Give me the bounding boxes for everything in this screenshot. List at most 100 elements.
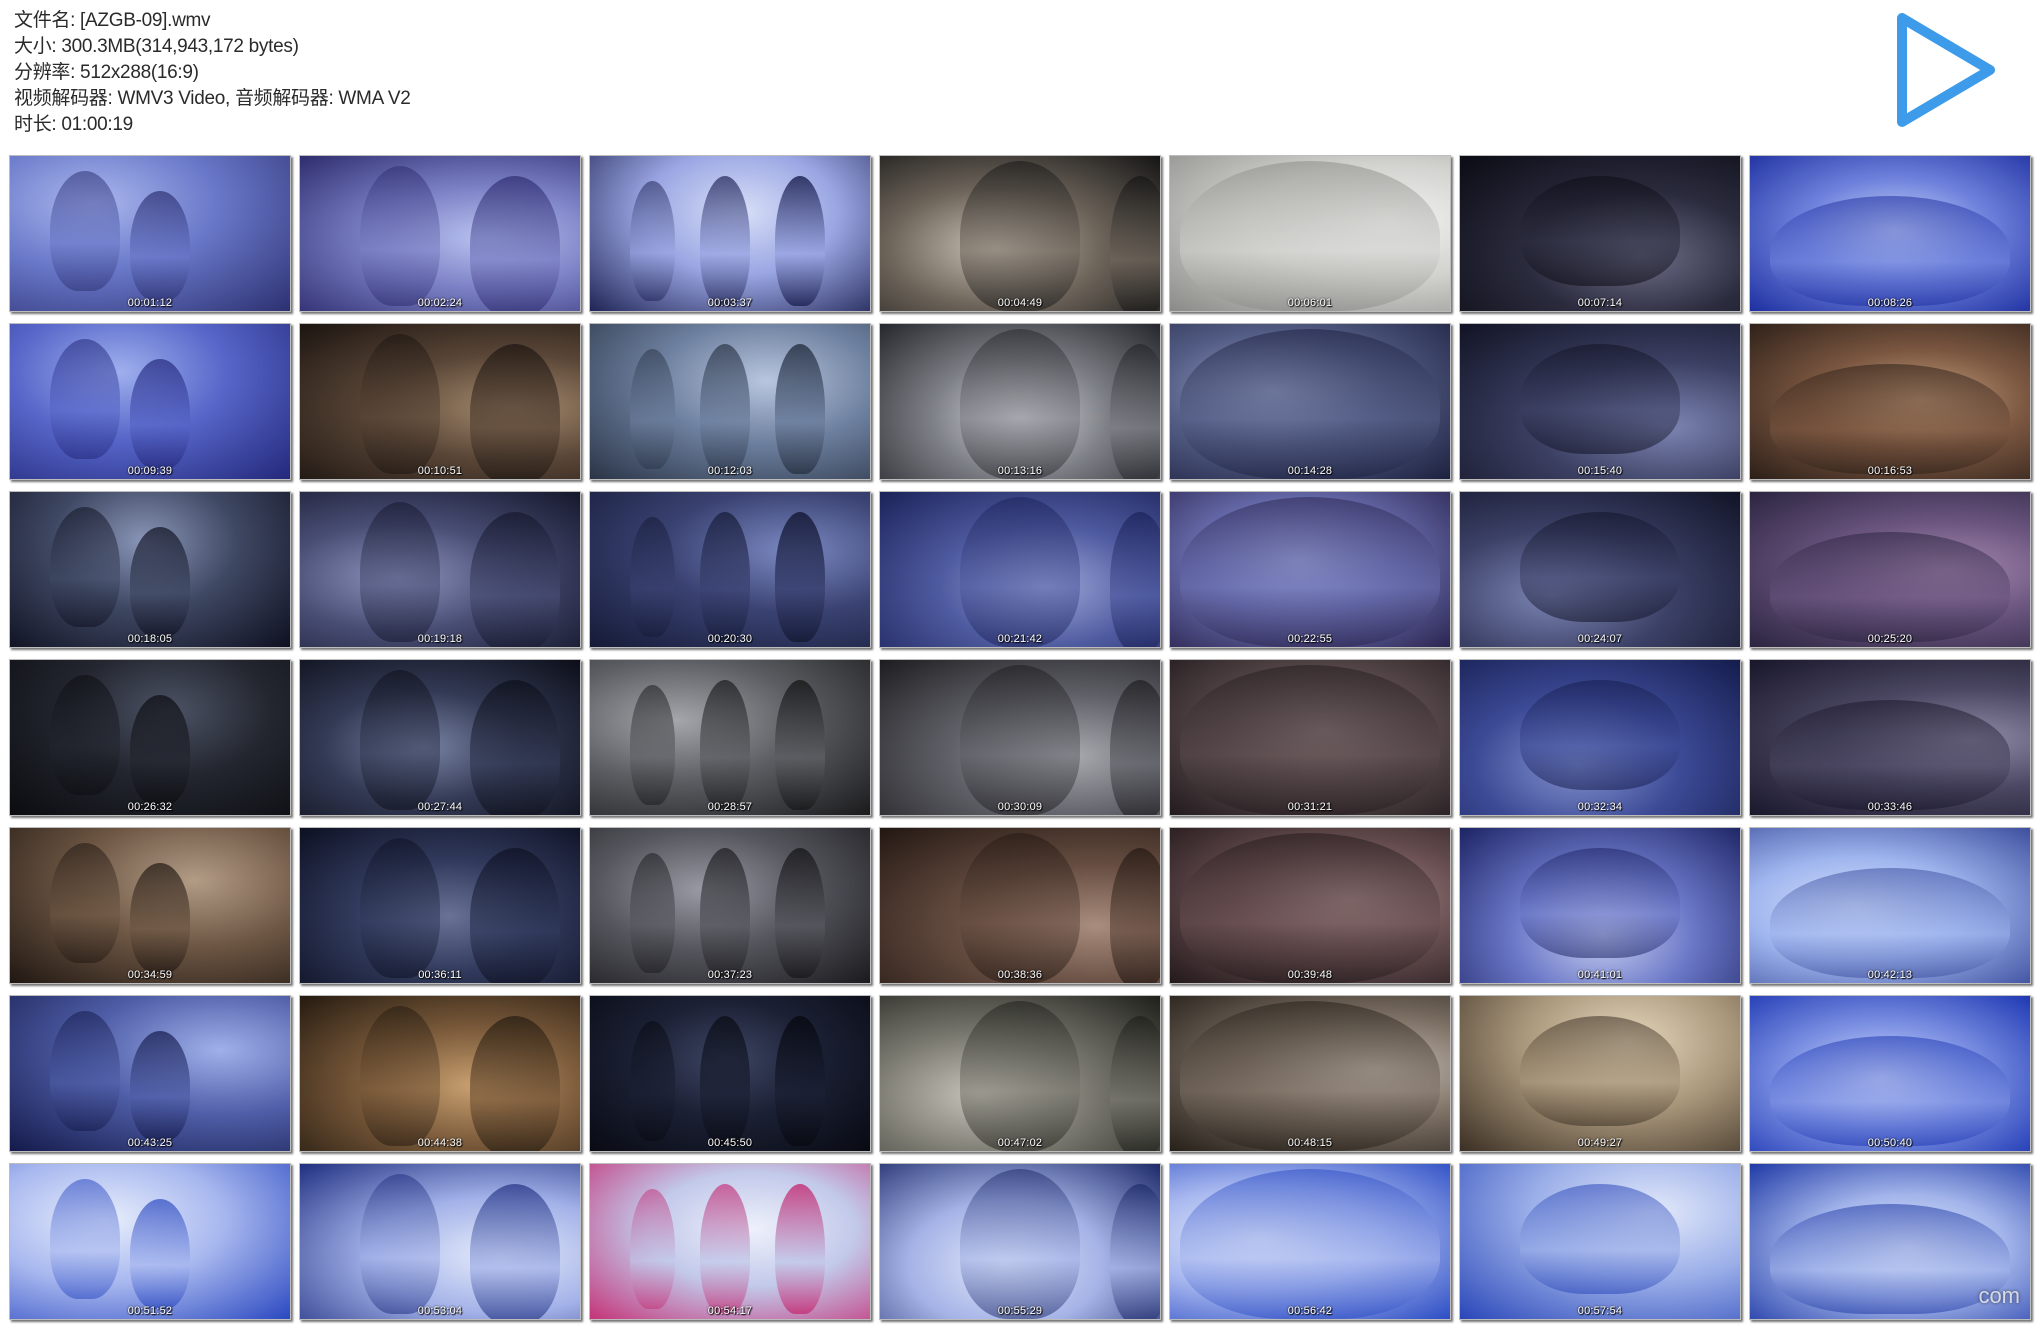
thumbnail-timestamp: 00:49:27 [1577,1137,1623,1149]
figure-silhouette [1180,665,1440,815]
figure-silhouette [1770,532,2010,642]
thumbnail[interactable]: 00:54:17 [589,1163,871,1320]
thumbnail[interactable]: 00:04:49 [879,155,1161,312]
thumbnail-frame [10,996,290,1151]
figure-silhouette [130,695,190,805]
thumbnail[interactable]: 00:56:42 [1169,1163,1451,1320]
thumbnail[interactable]: 00:15:40 [1459,323,1741,480]
thumbnail-frame [590,828,870,983]
thumbnail[interactable]: 00:10:51 [299,323,581,480]
thumbnail[interactable]: 00:16:53 [1749,323,2031,480]
thumbnail-frame [1750,660,2030,815]
thumbnail[interactable]: 00:07:14 [1459,155,1741,312]
thumbnail[interactable]: 00:19:18 [299,491,581,648]
figure-silhouette [1520,1016,1680,1126]
figure-silhouette [1180,161,1440,311]
thumbnail-timestamp: 00:48:15 [1287,1137,1333,1149]
thumbnail-timestamp: 00:34:59 [127,969,173,981]
figure-silhouette [630,349,675,469]
contact-sheet: 文件名: [AZGB-09].wmv 大小: 300.3MB(314,943,1… [0,0,2040,1332]
thumbnail[interactable]: 00:49:27 [1459,995,1741,1152]
thumbnail[interactable]: 00:22:55 [1169,491,1451,648]
thumbnail-timestamp: 00:19:18 [417,633,463,645]
thumbnail[interactable]: 00:38:36 [879,827,1161,984]
thumbnail[interactable]: 00:41:01 [1459,827,1741,984]
thumbnail[interactable]: 00:45:50 [589,995,871,1152]
figure-silhouette [50,339,120,459]
thumbnail-timestamp: 00:03:37 [707,297,753,309]
duration-line: 时长: 01:00:19 [14,114,133,135]
figure-silhouette [700,176,750,306]
figure-silhouette [1770,196,2010,306]
thumbnail[interactable]: 00:03:37 [589,155,871,312]
thumbnail[interactable]: 00:02:24 [299,155,581,312]
thumbnail-frame [10,1164,290,1319]
thumbnail-frame [10,492,290,647]
thumbnail[interactable]: 00:24:07 [1459,491,1741,648]
thumbnail-grid: 00:01:12 00:02:24 00:03:37 00:04:49 00:06:01… [9,155,2037,1327]
thumbnail[interactable]: 00:34:59 [9,827,291,984]
thumbnail[interactable]: 00:44:38 [299,995,581,1152]
figure-silhouette [630,181,675,301]
thumbnail[interactable]: 00:50:40 [1749,995,2031,1152]
thumbnail[interactable]: 00:18:05 [9,491,291,648]
thumbnail[interactable]: 00:20:30 [589,491,871,648]
thumbnail[interactable]: 00:27:44 [299,659,581,816]
thumbnail-timestamp: 00:28:57 [707,801,753,813]
thumbnail-timestamp: 00:37:23 [707,969,753,981]
thumbnail[interactable]: 00:26:32 [9,659,291,816]
thumbnail-frame [300,828,580,983]
thumbnail[interactable]: 00:08:26 [1749,155,2031,312]
thumbnail-frame [1170,492,1450,647]
thumbnail[interactable]: 00:55:29 [879,1163,1161,1320]
thumbnail[interactable]: 00:14:28 [1169,323,1451,480]
thumbnail[interactable]: 00:31:21 [1169,659,1451,816]
thumbnail-timestamp: 00:43:25 [127,1137,173,1149]
thumbnail[interactable]: 00:48:15 [1169,995,1451,1152]
figure-silhouette [1520,344,1680,454]
thumbnail-timestamp: 00:25:20 [1867,633,1913,645]
thumbnail-frame [1460,324,1740,479]
thumbnail-timestamp: 00:22:55 [1287,633,1333,645]
thumbnail[interactable]: 00:57:54 [1459,1163,1741,1320]
thumbnail[interactable]: 00:12:03 [589,323,871,480]
thumbnail[interactable]: 00:09:39 [9,323,291,480]
figure-silhouette [470,680,560,815]
thumbnail-timestamp: 00:10:51 [417,465,463,477]
thumbnail[interactable]: 00:13:16 [879,323,1161,480]
thumbnail-frame [300,492,580,647]
thumbnail[interactable]: 00:21:42 [879,491,1161,648]
thumbnail[interactable]: 00:51:52 [9,1163,291,1320]
thumbnail[interactable]: 00:42:13 [1749,827,2031,984]
thumbnail-frame [1460,156,1740,311]
thumbnail[interactable]: 00:43:25 [9,995,291,1152]
thumbnail[interactable]: 00:39:48 [1169,827,1451,984]
figure-silhouette [1520,1184,1680,1294]
figure-silhouette [360,166,440,306]
thumbnail-frame [590,1164,870,1319]
thumbnail[interactable]: 00:28:57 [589,659,871,816]
thumbnail[interactable]: 00:25:20 [1749,491,2031,648]
thumbnail[interactable]: 00:37:23 [589,827,871,984]
thumbnail[interactable]: 00:30:09 [879,659,1161,816]
thumbnail[interactable]: 00:01:12 [9,155,291,312]
thumbnail-timestamp: 00:55:29 [997,1305,1043,1317]
play-icon[interactable] [1890,6,2004,134]
thumbnail[interactable]: 00:36:11 [299,827,581,984]
figure-silhouette [960,833,1080,983]
thumbnail-frame [300,660,580,815]
thumbnail-frame [590,156,870,311]
thumbnail[interactable]: 00:32:34 [1459,659,1741,816]
thumbnail-frame [1170,828,1450,983]
thumbnail[interactable]: 00:06:01 [1169,155,1451,312]
figure-silhouette [1180,1001,1440,1151]
figure-silhouette [130,191,190,301]
thumbnail[interactable]: 00:33:46 [1749,659,2031,816]
thumbnail-frame [300,1164,580,1319]
thumbnail[interactable]: com [1749,1163,2031,1320]
figure-silhouette [1520,512,1680,622]
figure-silhouette [1180,497,1440,647]
thumbnail[interactable]: 00:53:04 [299,1163,581,1320]
figure-silhouette [1180,833,1440,983]
thumbnail[interactable]: 00:47:02 [879,995,1161,1152]
